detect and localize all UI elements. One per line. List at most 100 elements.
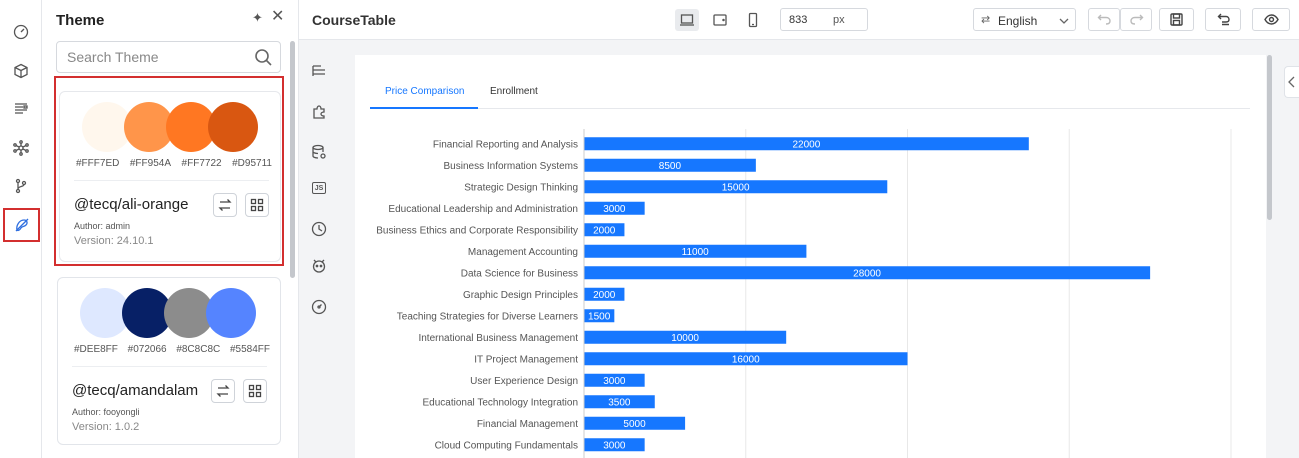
translate-icon: ⇄	[981, 14, 991, 26]
apply-theme-button[interactable]	[213, 193, 237, 217]
database-icon[interactable]	[309, 142, 329, 162]
category-label: Data Science for Business	[461, 268, 578, 279]
bar-value-label: 3500	[608, 397, 631, 408]
category-label: Strategic Design Thinking	[464, 182, 578, 193]
desktop-view-button[interactable]	[675, 9, 699, 31]
bar-value-label: 2000	[593, 225, 616, 236]
bar-value-label: 10000	[671, 333, 699, 344]
swatch-label: #FFF7ED	[76, 158, 120, 169]
theme-card-amandalam[interactable]: #DEE8FF #072066 #8C8C8C #5584FF @tecq/am…	[57, 277, 281, 445]
category-label: Business Information Systems	[444, 161, 579, 172]
bar-value-label: 16000	[732, 354, 760, 365]
swatch-label: #D95711	[232, 158, 272, 169]
color-swatches	[82, 102, 262, 154]
save-button[interactable]	[1159, 8, 1194, 31]
chevron-down-icon	[1058, 15, 1070, 27]
category-label: Financial Reporting and Analysis	[433, 139, 578, 150]
canvas-width-input[interactable]: 833 px	[780, 8, 868, 31]
card-divider	[74, 180, 269, 181]
theme-author: Author: fooyongli	[72, 407, 140, 417]
category-label: Educational Technology Integration	[423, 397, 578, 408]
history-button[interactable]	[1205, 8, 1241, 31]
bar-value-label: 1500	[588, 311, 611, 322]
category-label: IT Project Management	[474, 354, 578, 365]
swatch-labels: #DEE8FF #072066 #8C8C8C #5584FF	[74, 344, 270, 355]
swatch-label: #072066	[127, 344, 167, 355]
layout-icon[interactable]	[6, 94, 36, 124]
category-label: User Experience Design	[470, 376, 578, 387]
redo-button[interactable]	[1120, 8, 1152, 31]
canvas-scrollbar[interactable]	[1267, 55, 1272, 220]
outline-tree-icon[interactable]	[309, 61, 329, 81]
bar-value-label: 2000	[593, 290, 616, 301]
category-label: International Business Management	[418, 333, 578, 344]
swatch-label: #DEE8FF	[74, 344, 118, 355]
theme-name: @tecq/ali-orange	[74, 196, 189, 213]
component-toolbar: JS	[299, 40, 339, 458]
pin-icon[interactable]: ✦	[252, 11, 266, 25]
clock-icon[interactable]	[309, 219, 329, 239]
grid-view-button[interactable]	[243, 379, 267, 403]
theme-list-scrollbar[interactable]	[290, 41, 295, 278]
bar-value-label: 3000	[603, 376, 626, 387]
width-unit: px	[833, 14, 845, 26]
active-tab-indicator	[370, 107, 478, 109]
app-root: Theme ✦ ✕ #FFF7ED #FF954A	[0, 0, 1299, 458]
swatch-label: #FF7722	[181, 158, 222, 169]
close-icon[interactable]: ✕	[271, 9, 285, 25]
category-label: Financial Management	[477, 419, 578, 430]
puzzle-piece-icon[interactable]	[309, 102, 329, 122]
tab-enrollment[interactable]: Enrollment	[490, 86, 538, 97]
branch-icon[interactable]	[6, 171, 36, 201]
gauge-icon[interactable]	[309, 297, 329, 317]
theme-panel: Theme ✦ ✕ #FFF7ED #FF954A	[42, 0, 299, 458]
panel-title: Theme	[56, 12, 105, 29]
mobile-view-button[interactable]	[741, 9, 765, 31]
apply-theme-button[interactable]	[211, 379, 235, 403]
search-icon[interactable]	[254, 48, 272, 66]
tablet-view-button[interactable]	[708, 9, 732, 31]
theme-palette-icon[interactable]	[3, 208, 40, 242]
tab-price-comparison[interactable]: Price Comparison	[385, 86, 464, 97]
left-rail	[0, 0, 42, 458]
preview-button[interactable]	[1252, 8, 1290, 31]
theme-card-body: #FFF7ED #FF954A #FF7722 #D95711 @tecq/al…	[59, 91, 281, 262]
category-label: Graphic Design Principles	[463, 290, 578, 301]
chart-tabs: Price Comparison Enrollment	[370, 77, 1250, 109]
javascript-icon[interactable]: JS	[309, 178, 329, 198]
theme-name: @tecq/amandalam	[72, 382, 199, 399]
language-select[interactable]: ⇄ English	[973, 8, 1076, 31]
theme-version: Version: 24.10.1	[74, 235, 154, 247]
bar-value-label: 28000	[853, 268, 881, 279]
page-title: CourseTable	[312, 12, 396, 28]
theme-version: Version: 1.0.2	[72, 421, 140, 433]
dashboard-icon[interactable]	[6, 17, 36, 47]
robot-icon[interactable]	[309, 255, 329, 275]
theme-card-ali-orange[interactable]: #FFF7ED #FF954A #FF7722 #D95711 @tecq/al…	[54, 76, 284, 266]
bar-value-label: 8500	[659, 161, 682, 172]
design-canvas: Price Comparison Enrollment Financial Re…	[355, 55, 1266, 458]
theme-author: Author: admin	[74, 221, 131, 231]
width-value: 833	[789, 14, 808, 26]
swatch-label: #8C8C8C	[176, 344, 221, 355]
price-comparison-chart: Financial Reporting and Analysis 22000 Bus…	[376, 129, 1232, 458]
language-label: English	[998, 14, 1038, 28]
undo-button[interactable]	[1088, 8, 1120, 31]
network-icon[interactable]	[6, 133, 36, 163]
collapse-panel-button[interactable]	[1284, 66, 1299, 98]
swatch-label: #FF954A	[129, 158, 172, 169]
category-label: Educational Leadership and Administratio…	[388, 204, 578, 215]
top-bar: CourseTable 833 px ⇄ English	[299, 0, 1299, 40]
grid-view-button[interactable]	[245, 193, 269, 217]
bar-value-label: 3000	[603, 440, 626, 451]
bar-value-label: 22000	[793, 139, 821, 150]
bar-value-label: 5000	[623, 419, 646, 430]
swatch-labels: #FFF7ED #FF954A #FF7722 #D95711	[76, 158, 272, 169]
bar-value-label: 11000	[682, 247, 710, 258]
cube-icon[interactable]	[6, 56, 36, 86]
swatch-label: #5584FF	[229, 344, 270, 355]
category-label: Teaching Strategies for Diverse Learners	[397, 311, 578, 322]
search-input[interactable]	[57, 42, 247, 72]
card-divider	[72, 366, 267, 367]
bar-value-label: 15000	[722, 182, 750, 193]
